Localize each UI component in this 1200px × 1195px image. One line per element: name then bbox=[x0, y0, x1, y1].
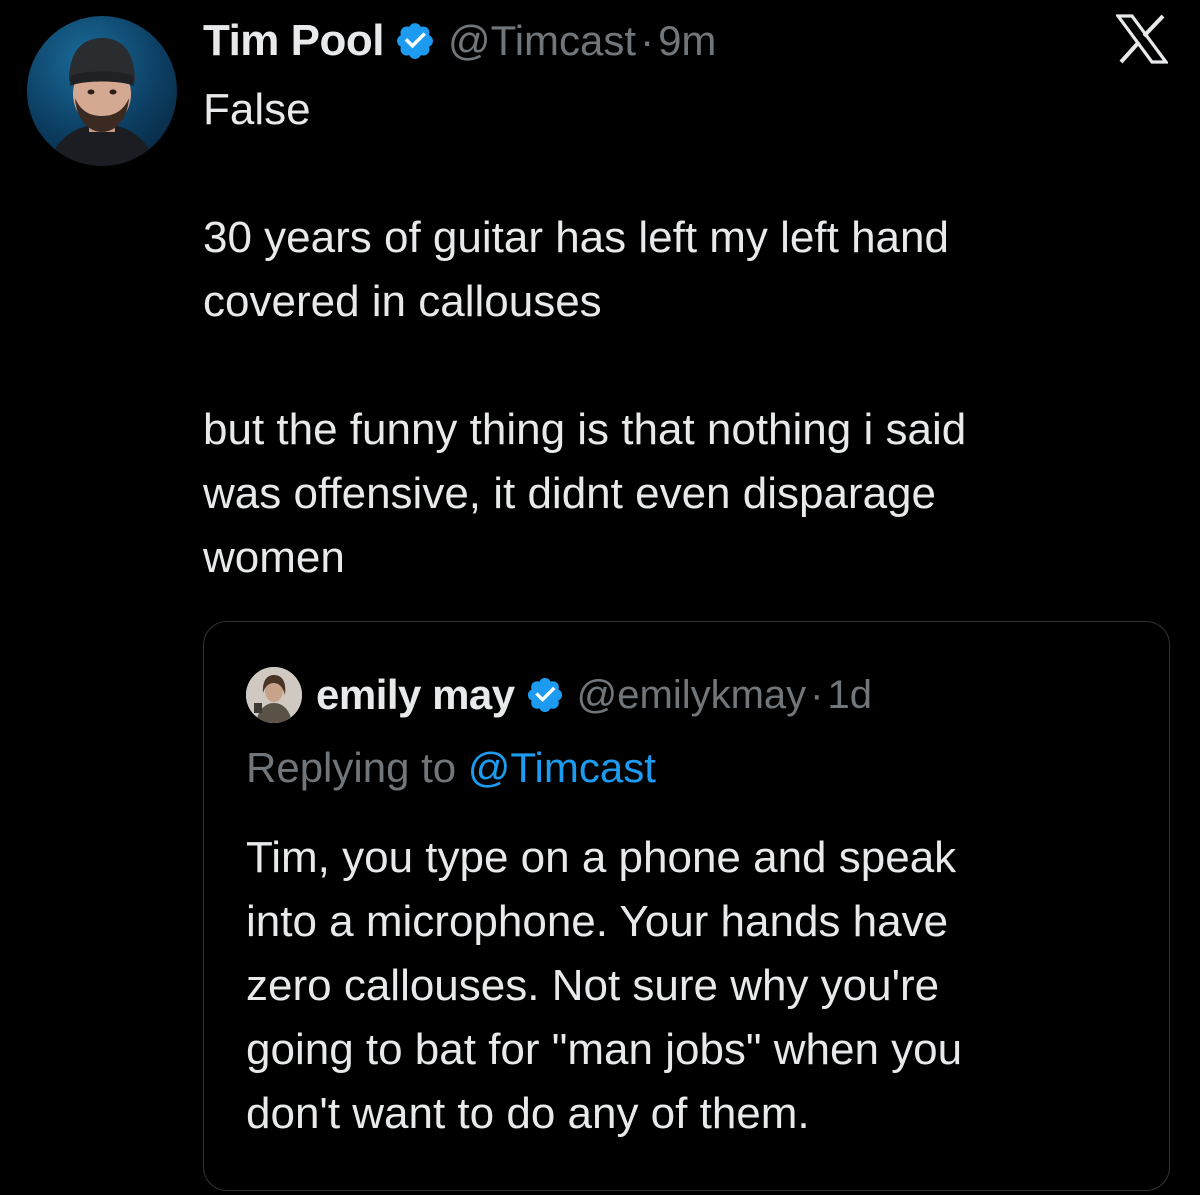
separator-dot: · bbox=[640, 17, 655, 64]
tweet-paragraph-gap bbox=[203, 334, 1163, 398]
separator-dot: · bbox=[810, 672, 824, 717]
verified-badge-icon bbox=[394, 20, 436, 62]
quoted-tweet-text-line: don't want to do any of them. bbox=[246, 1089, 810, 1138]
author-handle[interactable]: @Timcast bbox=[448, 17, 636, 65]
quoted-tweet-body: Tim, you type on a phone and speak into … bbox=[246, 826, 1146, 1146]
author-avatar[interactable] bbox=[27, 16, 177, 166]
quoted-tweet-text-line: into a microphone. Your hands have bbox=[246, 897, 949, 946]
tweet-timestamp[interactable]: 9m bbox=[658, 17, 716, 65]
tweet-text-line: False bbox=[203, 85, 311, 134]
tweet-text-line: 30 years of guitar has left my left hand bbox=[203, 213, 949, 262]
quoted-author-handle[interactable]: @emilykmay bbox=[577, 673, 807, 718]
quoted-tweet-timestamp[interactable]: 1d bbox=[827, 673, 872, 718]
quoted-author-avatar[interactable] bbox=[246, 667, 302, 723]
quoted-tweet-text-line: going to bat for "man jobs" when you bbox=[246, 1025, 963, 1074]
tweet-text-line: women bbox=[203, 533, 345, 582]
replying-to-label: Replying to bbox=[246, 744, 468, 791]
tweet-text-line: but the funny thing is that nothing i sa… bbox=[203, 405, 967, 454]
quoted-tweet-header: emily may @emilykmay · 1d bbox=[246, 667, 872, 723]
tweet-card[interactable]: Tim Pool @Timcast · 9m False 30 years of… bbox=[0, 0, 1200, 1195]
quoted-author-display-name[interactable]: emily may bbox=[316, 671, 515, 719]
quoted-tweet-text-line: zero callouses. Not sure why you're bbox=[246, 961, 940, 1010]
x-logo-icon bbox=[1116, 14, 1168, 64]
tweet-header: Tim Pool @Timcast · 9m bbox=[203, 12, 716, 70]
quoted-tweet-card[interactable]: emily may @emilykmay · 1d Replying to @T… bbox=[203, 621, 1170, 1191]
tweet-paragraph-gap bbox=[203, 142, 1163, 206]
tweet-body: False 30 years of guitar has left my lef… bbox=[203, 78, 1163, 590]
author-display-name[interactable]: Tim Pool bbox=[203, 16, 384, 66]
verified-badge-icon bbox=[525, 675, 565, 715]
replying-to-mention-link[interactable]: @Timcast bbox=[468, 744, 656, 791]
author-avatar-image bbox=[47, 38, 157, 166]
tweet-text-line: was offensive, it didnt even disparage bbox=[203, 469, 936, 518]
tweet-text-line: covered in callouses bbox=[203, 277, 602, 326]
quoted-tweet-text-line: Tim, you type on a phone and speak bbox=[246, 833, 957, 882]
replying-to-line: Replying to @Timcast bbox=[246, 744, 656, 792]
